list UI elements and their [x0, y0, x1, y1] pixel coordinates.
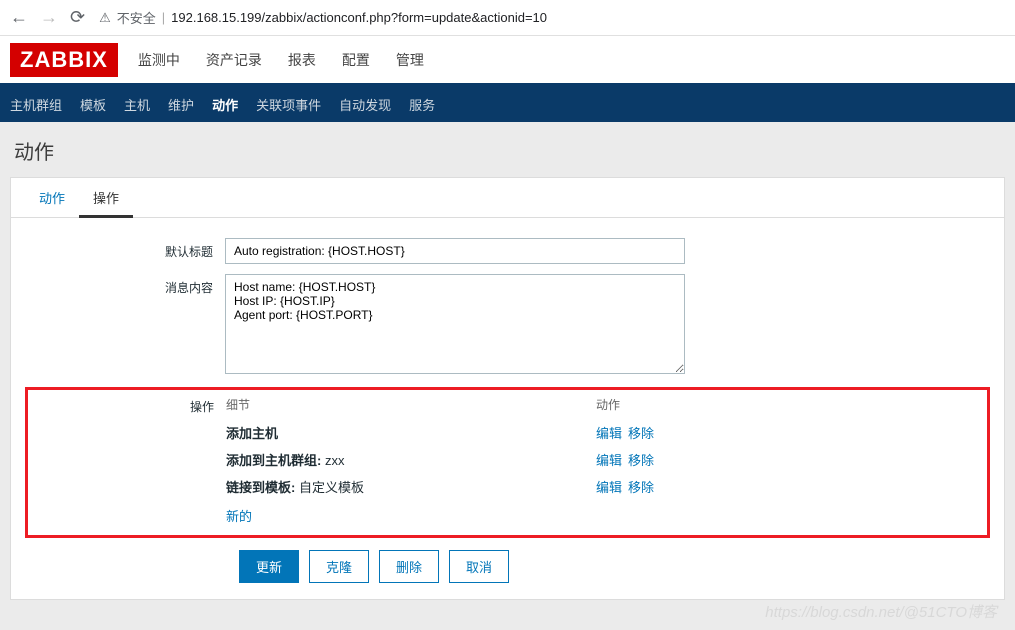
topmenu-item[interactable]: 配置 [340, 36, 372, 87]
operations-table: 细节 动作 添加主机编辑移除添加到主机群组: zxx编辑移除链接到模板: 自定义… [226, 396, 979, 525]
form-tabs: 动作操作 [11, 178, 1004, 218]
link-edit[interactable]: 编辑 [596, 480, 622, 495]
operations-box: 操作 细节 动作 添加主机编辑移除添加到主机群组: zxx编辑移除链接到模板: … [25, 387, 990, 538]
reload-icon[interactable]: ⟳ [70, 7, 85, 28]
update-button[interactable]: 更新 [239, 550, 299, 583]
submenu-item[interactable]: 服务 [409, 95, 435, 114]
submenu-item[interactable]: 主机 [124, 95, 150, 114]
topmenu-item[interactable]: 报表 [286, 36, 318, 84]
operation-actions: 编辑移除 [596, 477, 660, 496]
insecure-label: 不安全 [117, 8, 156, 27]
nav-controls: ← → ⟳ [10, 7, 85, 28]
address-bar[interactable]: ⚠ 不安全 | 192.168.15.199/zabbix/actionconf… [99, 8, 1005, 27]
topmenu-item[interactable]: 资产记录 [204, 36, 264, 84]
label-default-message: 消息内容 [25, 274, 225, 377]
tab-item[interactable]: 动作 [25, 178, 79, 217]
link-remove[interactable]: 移除 [628, 453, 654, 468]
forward-icon[interactable]: → [40, 7, 58, 28]
tab-item[interactable]: 操作 [79, 178, 133, 218]
link-remove[interactable]: 移除 [628, 426, 654, 441]
submenu-item[interactable]: 动作 [212, 95, 238, 114]
form-buttons: 更新 克隆 删除 取消 [239, 550, 990, 583]
ops-new: 新的 [226, 500, 979, 525]
form-panel: 动作操作 默认标题 消息内容 操作 细节 动作 添加主机编辑移除添加到主机群组:… [10, 177, 1005, 600]
submenu-item[interactable]: 主机群组 [10, 95, 62, 114]
page-content: 动作 动作操作 默认标题 消息内容 操作 细节 动作 添加主机编辑移除添加到主机… [0, 122, 1015, 630]
row-default-message: 消息内容 [25, 274, 990, 377]
top-menu: 监测中资产记录报表配置管理 [136, 36, 426, 84]
delete-button[interactable]: 删除 [379, 550, 439, 583]
operation-actions: 编辑移除 [596, 450, 660, 469]
watermark: https://blog.csdn.net/@51CTO博客 [765, 601, 997, 622]
browser-bar: ← → ⟳ ⚠ 不安全 | 192.168.15.199/zabbix/acti… [0, 0, 1015, 36]
back-icon[interactable]: ← [10, 7, 28, 28]
form-body: 默认标题 消息内容 操作 细节 动作 添加主机编辑移除添加到主机群组: zxx编… [11, 218, 1004, 599]
operation-detail: 添加主机 [226, 423, 596, 442]
submenu-item[interactable]: 关联项事件 [256, 95, 321, 114]
textarea-default-message[interactable] [225, 274, 685, 374]
cancel-button[interactable]: 取消 [449, 550, 509, 583]
topmenu-item[interactable]: 管理 [394, 36, 426, 84]
link-edit[interactable]: 编辑 [596, 453, 622, 468]
operation-row: 添加到主机群组: zxx编辑移除 [226, 446, 979, 473]
link-new-operation[interactable]: 新的 [226, 509, 252, 524]
url-text: 192.168.15.199/zabbix/actionconf.php?for… [171, 10, 547, 25]
link-remove[interactable]: 移除 [628, 480, 654, 495]
submenu-item[interactable]: 维护 [168, 95, 194, 114]
submenu-item[interactable]: 自动发现 [339, 95, 391, 114]
separator: | [162, 10, 165, 25]
operation-row: 链接到模板: 自定义模板编辑移除 [226, 473, 979, 500]
submenu-item[interactable]: 模板 [80, 95, 106, 114]
topmenu-item[interactable]: 监测中 [136, 36, 182, 84]
page-title: 动作 [0, 122, 1015, 177]
input-default-subject[interactable] [225, 238, 685, 264]
warning-icon: ⚠ [99, 10, 111, 26]
col-action: 动作 [596, 396, 620, 413]
sub-menu: 主机群组模板主机维护动作关联项事件自动发现服务 [0, 86, 1015, 122]
label-default-subject: 默认标题 [25, 238, 225, 264]
clone-button[interactable]: 克隆 [309, 550, 369, 583]
col-detail: 细节 [226, 396, 596, 413]
operation-row: 添加主机编辑移除 [226, 419, 979, 446]
topbar: ZABBIX 监测中资产记录报表配置管理 [0, 36, 1015, 86]
operation-detail: 添加到主机群组: zxx [226, 450, 596, 469]
operation-actions: 编辑移除 [596, 423, 660, 442]
operation-detail: 链接到模板: 自定义模板 [226, 477, 596, 496]
logo[interactable]: ZABBIX [10, 43, 118, 77]
operations-header: 细节 动作 [226, 396, 979, 419]
link-edit[interactable]: 编辑 [596, 426, 622, 441]
operations-label: 操作 [36, 396, 226, 525]
row-default-subject: 默认标题 [25, 238, 990, 264]
